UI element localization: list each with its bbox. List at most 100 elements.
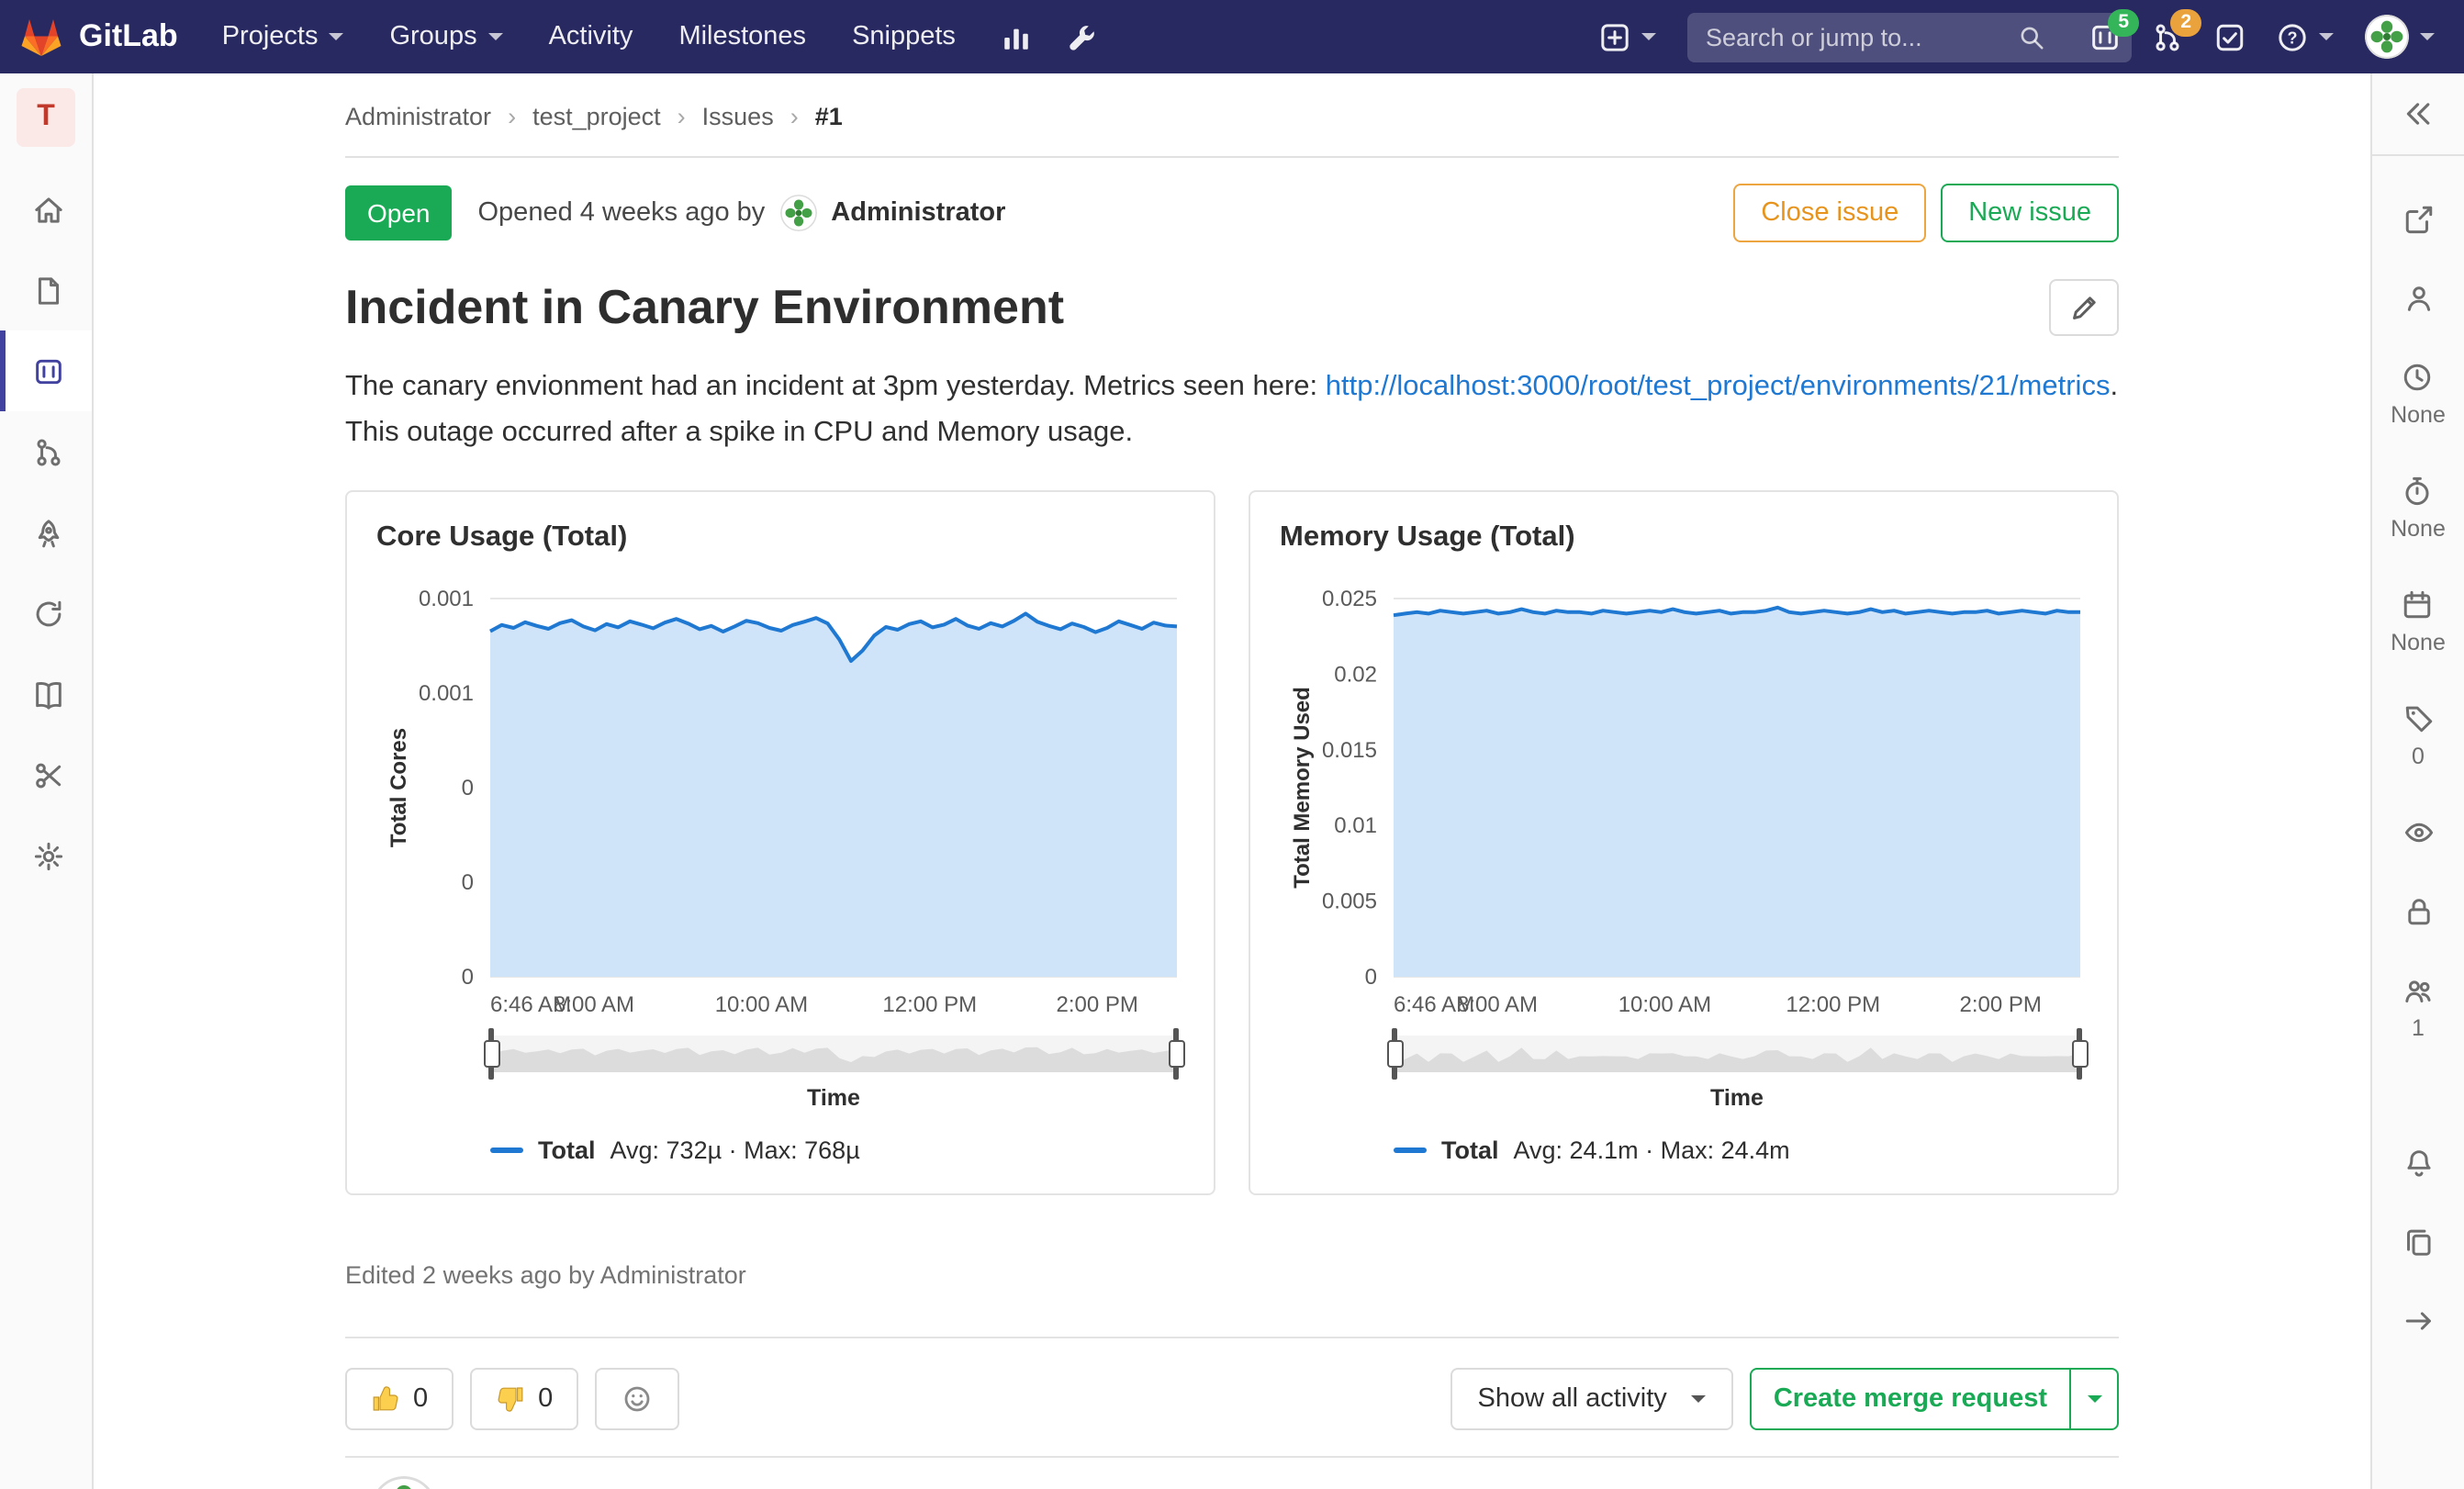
author-avatar [779, 195, 817, 231]
thumbs-down-button[interactable]: 0 [470, 1367, 579, 1430]
slider-track[interactable] [1394, 1036, 2080, 1072]
issue-sidebar: None None None 0 1 [2370, 73, 2464, 1489]
repository-icon [33, 274, 64, 306]
person-icon [2402, 283, 2434, 314]
close-issue-button[interactable]: Close issue [1733, 184, 1927, 242]
legend-series-stats: Avg: 24.1m · Max: 24.4m [1513, 1136, 1790, 1164]
nav-projects[interactable]: Projects [222, 22, 344, 51]
issues-icon [33, 355, 64, 386]
author-name[interactable]: Administrator [831, 198, 1005, 228]
sidebar-item-wiki[interactable] [0, 654, 92, 734]
breadcrumb: Administrator › test_project › Issues › … [345, 73, 2119, 158]
sidebar-assignee-button[interactable] [2402, 283, 2434, 314]
sidebar-copy-reference-button[interactable] [2402, 1226, 2434, 1258]
project-nav [0, 169, 92, 896]
sidebar-milestone-button[interactable]: None [2391, 362, 2446, 428]
add-reaction-button[interactable] [595, 1367, 680, 1430]
milestone-value: None [2391, 402, 2446, 428]
slider-handle-left[interactable] [1392, 1027, 1397, 1080]
sidebar-item-settings[interactable] [0, 815, 92, 896]
sidebar-add-todo-button[interactable] [2402, 204, 2434, 235]
arrow-right-icon [2402, 1305, 2434, 1337]
snippets-icon [33, 759, 64, 790]
help-menu-button[interactable]: ? [2277, 21, 2334, 52]
issue-title: Incident in Canary Environment [345, 279, 1065, 334]
slider-track[interactable] [490, 1036, 1177, 1072]
nav-snippets[interactable]: Snippets [852, 22, 956, 51]
user-menu-button[interactable] [2365, 15, 2435, 59]
nav-activity[interactable]: Activity [549, 22, 633, 51]
com​ment-avatar [371, 1475, 437, 1489]
search-input[interactable] [1687, 12, 2132, 62]
nav-groups[interactable]: Groups [389, 22, 503, 51]
create-merge-request-button[interactable]: Create merge request [1749, 1367, 2071, 1430]
svg-text:12:00 PM: 12:00 PM [1786, 992, 1880, 1017]
chevron-down-icon [329, 33, 344, 40]
chart-legend: Total Avg: 732µ · Max: 768µ [490, 1136, 1184, 1164]
slider-handle-right[interactable] [1173, 1027, 1179, 1080]
edited-note: Edited 2 weeks ago by Administrator [345, 1260, 746, 1289]
todos-button[interactable] [2214, 21, 2246, 52]
chart-range-slider[interactable] [1392, 1027, 2082, 1080]
stopwatch-icon [2402, 476, 2434, 507]
sidebar-item-snippets[interactable] [0, 734, 92, 815]
new-menu-button[interactable] [1599, 21, 1656, 52]
breadcrumb-issues[interactable]: Issues [702, 103, 774, 130]
merge-requests-dashboard-button[interactable]: 2 [2152, 8, 2201, 52]
chart-legend: Total Avg: 24.1m · Max: 24.4m [1394, 1136, 2088, 1164]
brand-name: GitLab [79, 18, 178, 53]
expand-sidebar-button[interactable] [2372, 73, 2464, 156]
issue-status-row: Open Opened 4 weeks ago by Administrator… [345, 184, 2119, 242]
sidebar-item-repository[interactable] [0, 250, 92, 330]
project-sidebar: T [0, 73, 94, 1489]
metrics-charts: Core Usage (Total) 0.001 0.001 0 0 0 6:46 AM 8… [345, 489, 2119, 1195]
nav-milestones[interactable]: Milestones [678, 22, 806, 51]
sidebar-item-issues[interactable] [0, 330, 92, 411]
lock-icon [2402, 896, 2434, 927]
create-mr-dropdown-toggle[interactable] [2069, 1367, 2119, 1430]
sidebar-item-overview[interactable] [0, 169, 92, 250]
sidebar-confidentiality-button[interactable] [2402, 817, 2434, 848]
thumbs-down-icon [496, 1384, 525, 1414]
sidebar-lock-button[interactable] [2402, 896, 2434, 927]
main-content: Administrator › test_project › Issues › … [92, 73, 2372, 1489]
settings-icon [33, 840, 64, 871]
chart-range-slider[interactable] [488, 1027, 1179, 1080]
thumbs-up-button[interactable]: 0 [345, 1367, 454, 1430]
activity-filter-dropdown[interactable]: Show all activity [1450, 1367, 1733, 1430]
metrics-link[interactable]: http://localhost:3000/root/test_project/… [1326, 371, 2111, 402]
sidebar-notifications-button[interactable] [2402, 1148, 2434, 1179]
new-menu-plus-icon [1599, 21, 1630, 52]
project-avatar[interactable]: T [17, 88, 75, 147]
user-avatar [2365, 15, 2409, 59]
issues-dashboard-button[interactable]: 5 [2089, 8, 2139, 52]
svg-text:0: 0 [462, 870, 474, 895]
breadcrumb-project[interactable]: test_project [532, 103, 661, 130]
slider-handle-right[interactable] [2077, 1027, 2082, 1080]
sidebar-move-issue-button[interactable] [2402, 1305, 2434, 1337]
sidebar-item-merge-requests[interactable] [0, 411, 92, 492]
analytics-icon [1002, 21, 1033, 52]
due-date-value: None [2391, 630, 2446, 655]
edit-title-button[interactable] [2049, 279, 2119, 336]
sidebar-item-cicd[interactable] [0, 492, 92, 573]
new-issue-button[interactable]: New issue [1941, 184, 2119, 242]
breadcrumb-administrator[interactable]: Administrator [345, 103, 491, 130]
svg-text:12:00 PM: 12:00 PM [882, 992, 977, 1017]
sidebar-due-date-button[interactable]: None [2391, 589, 2446, 655]
breadcrumb-separator: › [677, 103, 686, 130]
svg-text:2:00 PM: 2:00 PM [1057, 992, 1138, 1017]
chart-title: Memory Usage (Total) [1280, 521, 1575, 553]
admin-area-button[interactable] [1068, 21, 1099, 52]
legend-swatch [1394, 1147, 1427, 1153]
sidebar-participants-button[interactable]: 1 [2402, 975, 2434, 1041]
analytics-button[interactable] [1002, 21, 1033, 52]
sidebar-item-operations[interactable] [0, 573, 92, 654]
search-icon [2018, 23, 2045, 50]
gitlab-home-link[interactable]: GitLab [18, 15, 178, 59]
sidebar-time-tracking-button[interactable]: None [2391, 476, 2446, 542]
smiley-icon [622, 1384, 652, 1414]
memory-usage-chart: Memory Usage (Total) 0.025 0.02 0.015 0.01 0… [1249, 489, 2119, 1195]
sidebar-labels-button[interactable]: 0 [2402, 703, 2434, 769]
slider-handle-left[interactable] [488, 1027, 494, 1080]
